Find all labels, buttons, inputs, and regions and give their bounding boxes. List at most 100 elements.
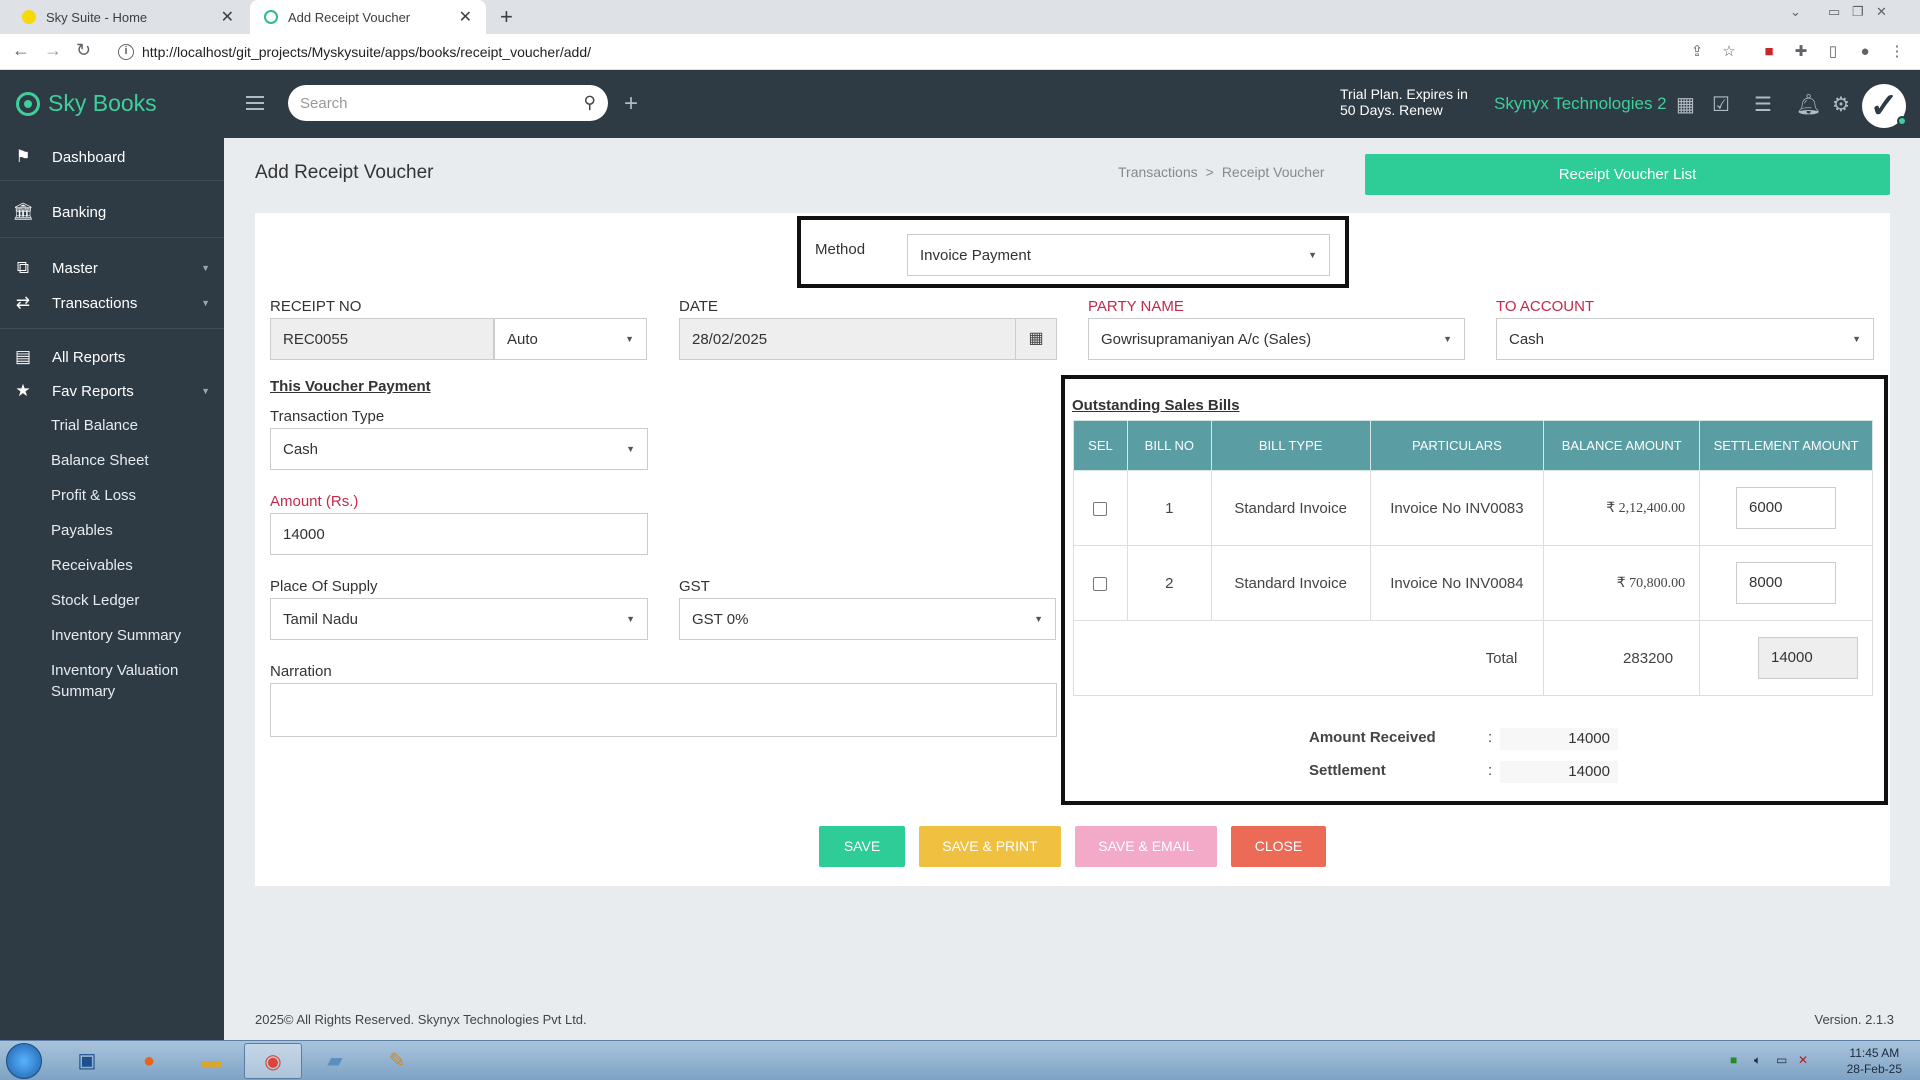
save-print-button[interactable]: SAVE & PRINT (919, 826, 1061, 867)
sidebar-item-label: Transactions (52, 294, 138, 312)
sidebar-item-payables[interactable]: Payables (51, 520, 113, 541)
list-icon[interactable]: ☰ (1754, 92, 1772, 117)
sidebar-item-banking[interactable]: 🏛︎ Banking (0, 195, 224, 229)
narration-textarea[interactable] (270, 683, 1057, 737)
hamburger-menu-icon[interactable] (246, 96, 264, 114)
sidebar-item-all-reports[interactable]: ▤ All Reports (0, 340, 224, 374)
receipt-mode-select[interactable]: Auto ▼ (494, 318, 647, 360)
chevron-down-icon: ▼ (1852, 334, 1861, 344)
window-close-icon[interactable]: ✕ (1876, 4, 1887, 20)
extensions-puzzle-icon[interactable]: ✚ (1792, 43, 1810, 61)
tab-close-icon[interactable]: ✕ (459, 7, 472, 27)
minimize-icon[interactable]: ▭ (1828, 4, 1840, 20)
pdf-extension-icon[interactable]: ■ (1760, 43, 1778, 61)
breadcrumb-receipt-voucher[interactable]: Receipt Voucher (1222, 164, 1325, 180)
display-tray-icon[interactable]: ▭ (1776, 1053, 1790, 1067)
bookmark-star-icon[interactable]: ☆ (1720, 43, 1738, 61)
share-icon[interactable]: ⇪ (1688, 43, 1706, 61)
profile-icon[interactable]: ● (1856, 43, 1874, 61)
site-info-icon[interactable]: i (118, 44, 134, 60)
chrome-icon[interactable]: ◉ (244, 1043, 302, 1079)
sidebar-item-transactions[interactable]: ⇄ Transactions ▼ (0, 286, 224, 320)
sidebar-item-fav-reports[interactable]: ★ Fav Reports ▼ (0, 374, 224, 408)
new-tab-icon[interactable]: + (500, 4, 513, 30)
transaction-type-select[interactable]: Cash ▼ (270, 428, 648, 470)
trial-line-2: 50 Days. Renew (1340, 102, 1443, 118)
system-clock[interactable]: 11:45 AM 28-Feb-25 (1847, 1045, 1902, 1077)
gear-icon[interactable]: ⚙ (1832, 92, 1850, 117)
sidebar-item-profit-loss[interactable]: Profit & Loss (51, 485, 136, 506)
search-icon[interactable]: ⚲ (584, 93, 596, 113)
to-account-value: Cash (1509, 330, 1545, 348)
reload-icon[interactable]: ↻ (76, 40, 91, 61)
sidebar-item-inventory-valuation[interactable]: Inventory Valuation Summary (51, 660, 178, 702)
trial-plan-notice[interactable]: Trial Plan. Expires in 50 Days. Renew (1340, 86, 1468, 118)
receipt-voucher-list-button[interactable]: Receipt Voucher List (1365, 154, 1890, 195)
forward-icon[interactable]: → (44, 40, 62, 61)
search-input[interactable]: Search ⚲ (288, 85, 608, 121)
firefox-icon[interactable]: ● (120, 1043, 178, 1079)
trial-line-1: Trial Plan. Expires in (1340, 86, 1468, 102)
sidebar-item-dashboard[interactable]: ⚑ Dashboard (0, 140, 224, 174)
sidebar-item-trial-balance[interactable]: Trial Balance (51, 415, 138, 436)
breadcrumb-transactions[interactable]: Transactions (1118, 164, 1198, 180)
sky-logo-icon (16, 91, 40, 116)
date-field[interactable]: 28/02/2025 (679, 318, 1016, 360)
method-select[interactable]: Invoice Payment ▼ (907, 234, 1330, 276)
exchange-icon: ⇄ (15, 293, 31, 312)
desktop-app-icon[interactable]: ▣ (58, 1043, 116, 1079)
company-switcher[interactable]: Skynyx Technologies 2 (1494, 94, 1667, 114)
notepad-icon[interactable]: ▰ (306, 1043, 364, 1079)
close-button[interactable]: CLOSE (1231, 826, 1326, 867)
gst-select[interactable]: GST 0% ▼ (679, 598, 1056, 640)
add-new-icon[interactable]: + (624, 90, 638, 118)
report-icon: ▤ (14, 347, 32, 366)
alert-tray-icon[interactable]: ✕ (1798, 1053, 1812, 1067)
bill-type-cell: Standard Invoice (1210, 545, 1371, 621)
settlement-amount-input[interactable]: 8000 (1736, 562, 1837, 604)
save-email-button[interactable]: SAVE & EMAIL (1075, 826, 1217, 867)
caret-down-icon: ▼ (201, 386, 210, 396)
receipt-no-field[interactable]: REC0055 (270, 318, 494, 360)
settlement-amount-input[interactable]: 6000 (1736, 487, 1837, 529)
transaction-type-value: Cash (283, 440, 319, 458)
avatar[interactable]: ✓ (1862, 84, 1907, 128)
sidebar-item-stock-ledger[interactable]: Stock Ledger (51, 590, 139, 611)
caret-down-icon: ▼ (201, 298, 210, 308)
network-tray-icon[interactable]: ■ (1730, 1053, 1744, 1067)
calendar-icon[interactable]: ▦ (1015, 318, 1057, 360)
kebab-menu-icon[interactable]: ⋮ (1888, 43, 1906, 61)
url-field[interactable]: http://localhost/git_projects/Myskysuite… (142, 34, 591, 70)
back-icon[interactable]: ← (12, 40, 30, 61)
gst-value: GST 0% (692, 610, 749, 628)
sidebar-item-receivables[interactable]: Receivables (51, 555, 133, 576)
tab-close-icon[interactable]: ✕ (221, 7, 234, 27)
settlement-colon: : (1488, 762, 1493, 779)
to-account-select[interactable]: Cash ▼ (1496, 318, 1874, 360)
save-button[interactable]: SAVE (819, 826, 905, 867)
tab-add-receipt-voucher[interactable]: Add Receipt Voucher ✕ (250, 0, 486, 34)
table-header-row: SEL BILL NO BILL TYPE PARTICULARS BALANC… (1073, 420, 1873, 471)
tasks-check-icon[interactable]: ☑ (1712, 92, 1730, 117)
sidebar-item-balance-sheet[interactable]: Balance Sheet (51, 450, 149, 471)
paint-icon[interactable]: ✎ (368, 1043, 426, 1079)
volume-tray-icon[interactable]: 🔈︎ (1754, 1053, 1768, 1067)
apps-grid-icon[interactable]: ▦ (1676, 92, 1695, 117)
party-name-select[interactable]: Gowrisupramaniyan A/c (Sales) ▼ (1088, 318, 1465, 360)
place-of-supply-value: Tamil Nadu (283, 610, 359, 628)
amount-input[interactable]: 14000 (270, 513, 648, 555)
sidebar-item-inventory-summary[interactable]: Inventory Summary (51, 625, 181, 646)
bill-select-checkbox[interactable] (1093, 576, 1108, 591)
brand-logo[interactable]: Sky Books (16, 90, 157, 117)
restore-icon[interactable]: ❐ (1852, 4, 1864, 20)
place-of-supply-select[interactable]: Tamil Nadu ▼ (270, 598, 648, 640)
sidepanel-icon[interactable]: ▯ (1824, 43, 1842, 61)
tab-sky-suite-home[interactable]: Sky Suite - Home ✕ (8, 0, 248, 34)
windows-start-icon[interactable] (6, 1043, 42, 1079)
bill-select-checkbox[interactable] (1093, 501, 1108, 516)
bell-icon[interactable]: 🔔︎ (1796, 92, 1821, 117)
sidebar-item-master[interactable]: ⧉ Master ▼ (0, 251, 224, 285)
file-explorer-icon[interactable]: ▬ (182, 1043, 240, 1079)
chevron-down-icon[interactable]: ⌄ (1790, 4, 1801, 20)
outstanding-sales-bills-title: Outstanding Sales Bills (1072, 397, 1240, 414)
